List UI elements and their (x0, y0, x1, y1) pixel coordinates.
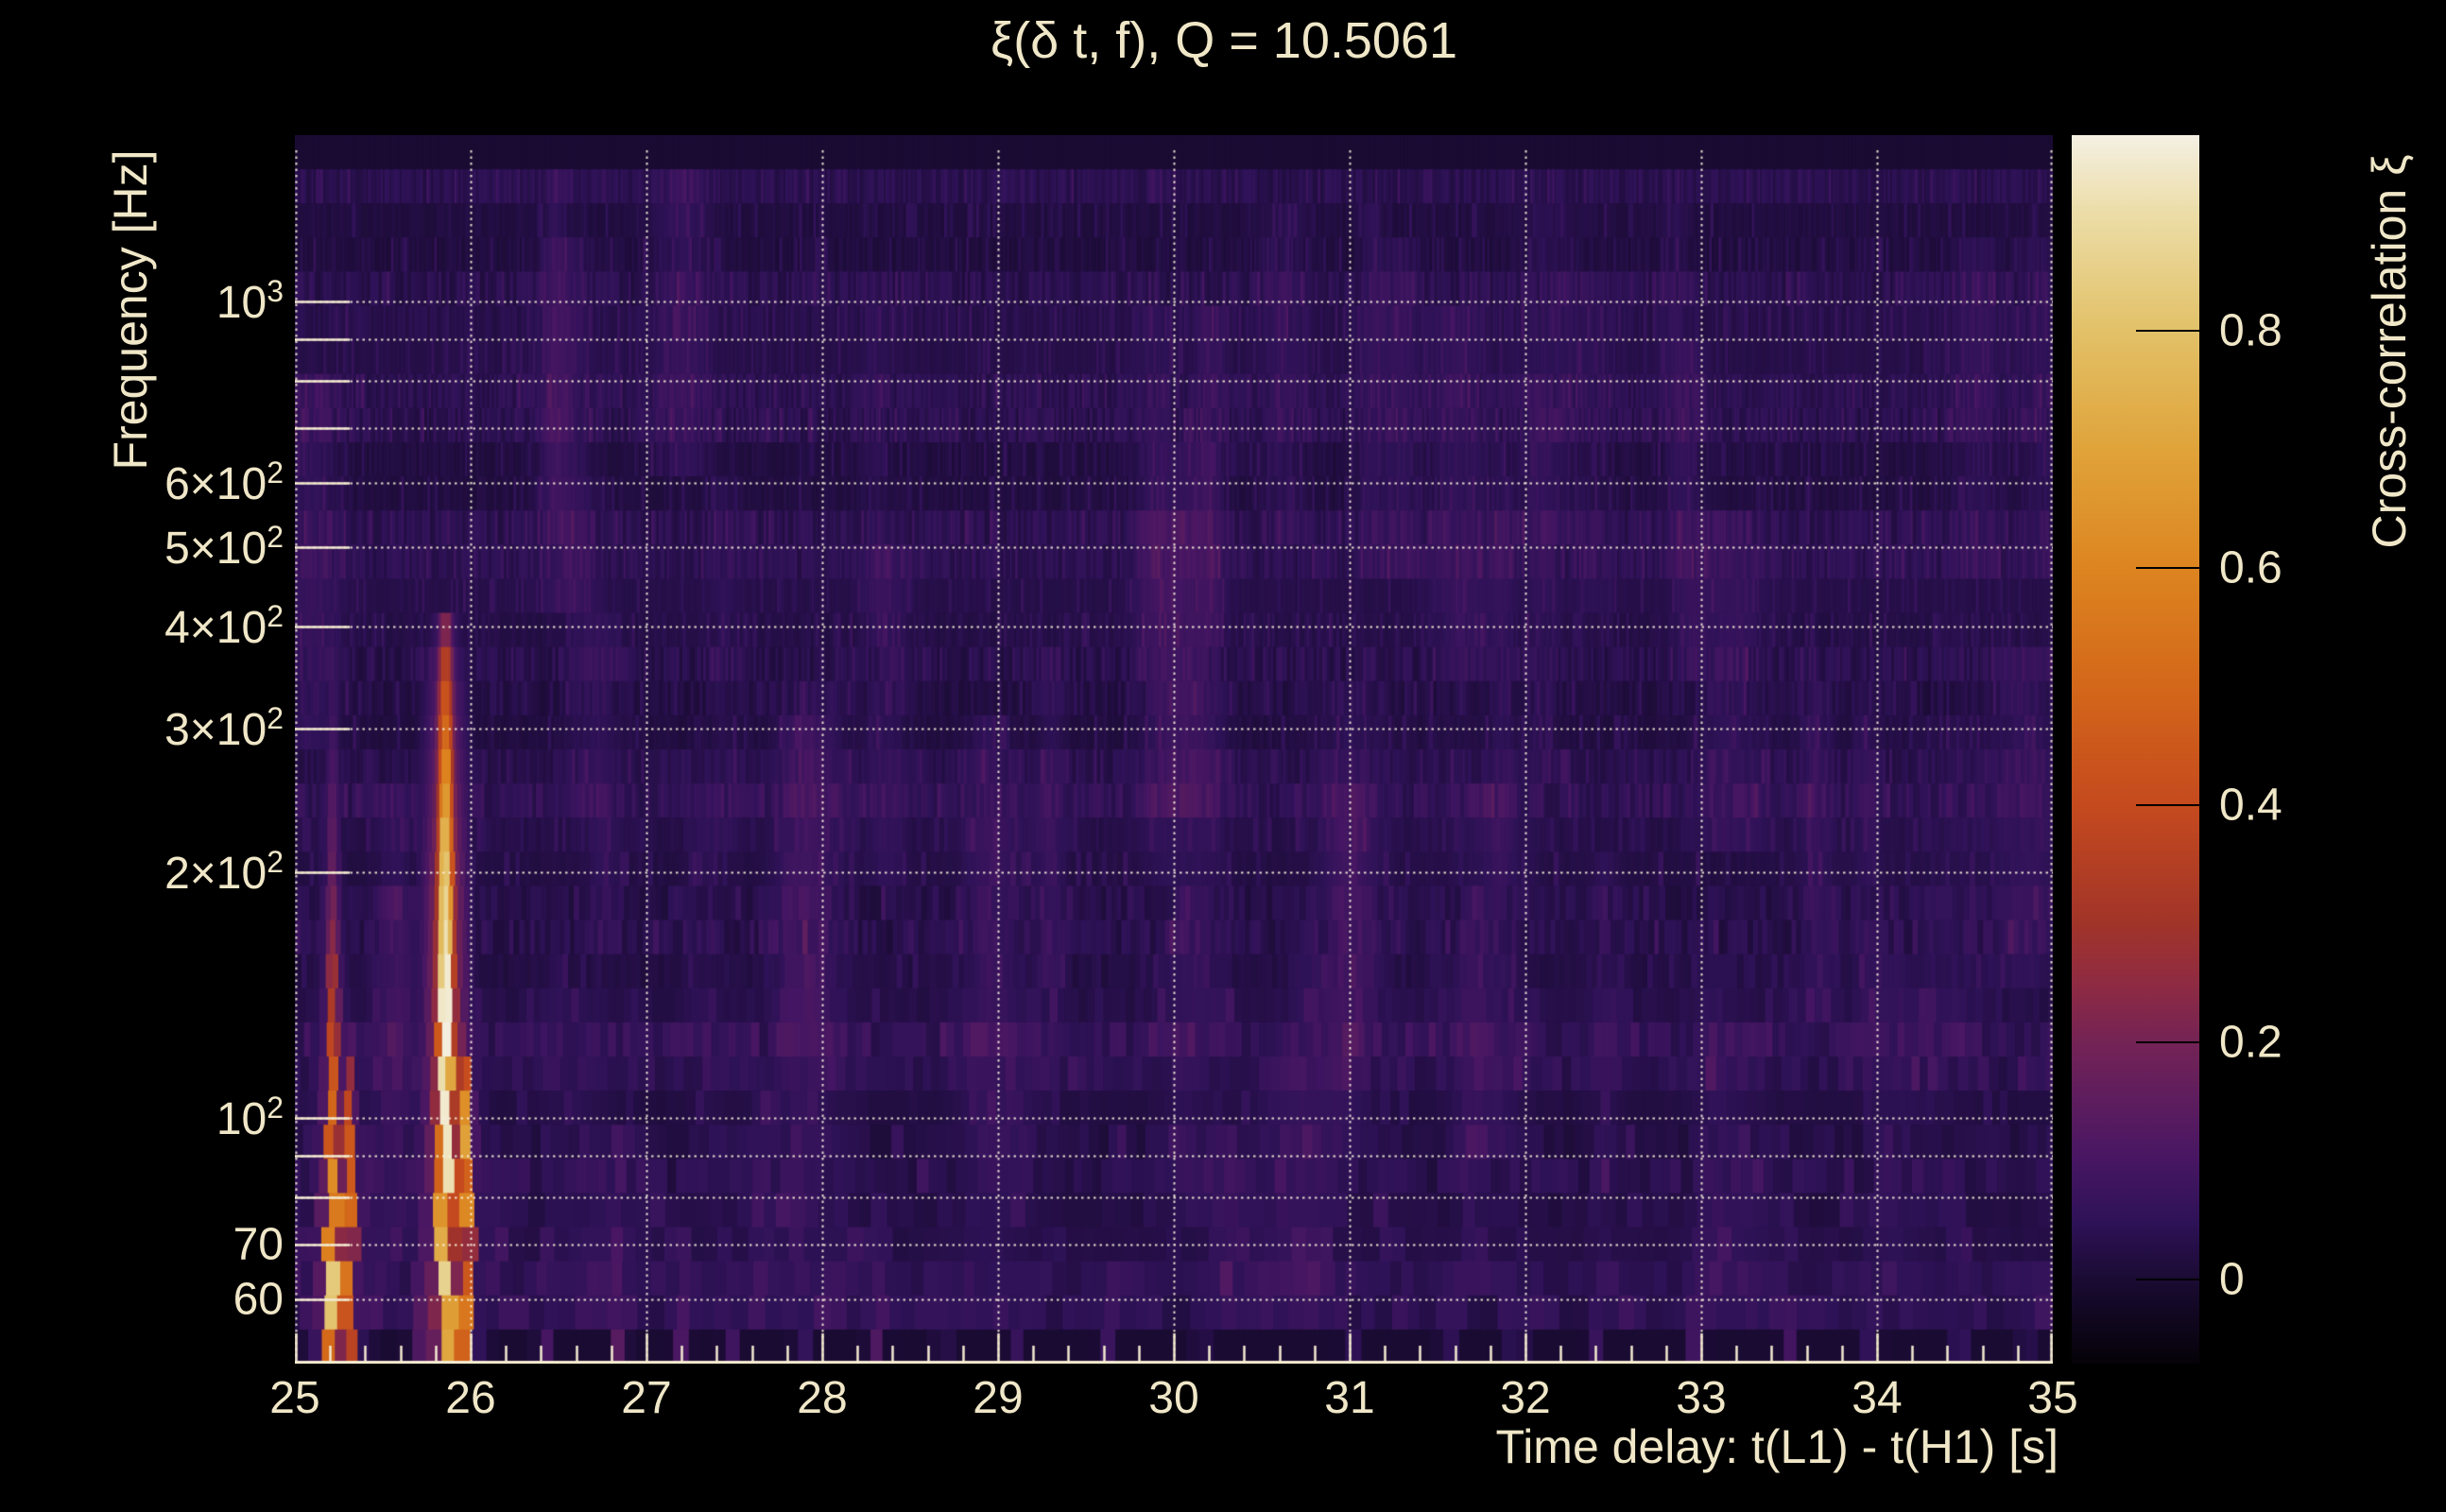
colorbar-tick-label: 0.4 (2219, 780, 2282, 831)
colorbar-tick-label: 0 (2219, 1254, 2245, 1305)
y-tick-label: 5×102 (164, 520, 284, 575)
y-tick-label: 102 (215, 1091, 284, 1144)
x-tick-label: 28 (797, 1373, 848, 1423)
x-tick-label: 29 (973, 1373, 1024, 1423)
figure: ξ(δ t, f), Q = 10.5061 Frequency [Hz] 10… (0, 0, 2446, 1512)
y-tick-label: 70 (233, 1219, 284, 1270)
colorbar-tick-label: 0.6 (2219, 542, 2282, 593)
x-tick-label: 25 (269, 1373, 320, 1423)
y-tick-label: 60 (233, 1274, 284, 1325)
x-tick-label: 33 (1676, 1373, 1727, 1423)
colorbar-tick-label: 0.2 (2219, 1017, 2282, 1068)
x-tick-label: 34 (1852, 1373, 1903, 1423)
y-tick-label: 4×102 (164, 599, 284, 653)
y-tick-label: 103 (215, 274, 284, 329)
x-tick-label: 26 (445, 1373, 496, 1423)
colorbar-tick (2135, 330, 2199, 333)
colorbar (2072, 135, 2199, 1364)
y-tick-label: 2×102 (164, 845, 284, 899)
figure-title: ξ(δ t, f), Q = 10.5061 (990, 12, 1457, 69)
y-tick-label: 3×102 (164, 700, 284, 755)
colorbar-title: Cross-correlation ξ (2363, 154, 2416, 549)
x-tick-label: 30 (1148, 1373, 1199, 1423)
colorbar-tick-label: 0.8 (2219, 305, 2282, 356)
y-axis-title: Frequency [Hz] (104, 149, 157, 471)
heatmap-canvas (295, 135, 2053, 1364)
colorbar-tick (2135, 1040, 2199, 1043)
x-axis-title: Time delay: t(L1) - t(H1) [s] (1495, 1420, 2058, 1473)
colorbar-tick (2135, 566, 2199, 569)
colorbar-tick (2135, 804, 2199, 807)
x-tick-label: 35 (2027, 1373, 2078, 1423)
y-tick-label: 6×102 (164, 455, 284, 509)
colorbar-tick (2135, 1278, 2199, 1280)
x-tick-label: 27 (621, 1373, 672, 1423)
x-tick-label: 31 (1324, 1373, 1375, 1423)
x-tick-label: 32 (1500, 1373, 1551, 1423)
